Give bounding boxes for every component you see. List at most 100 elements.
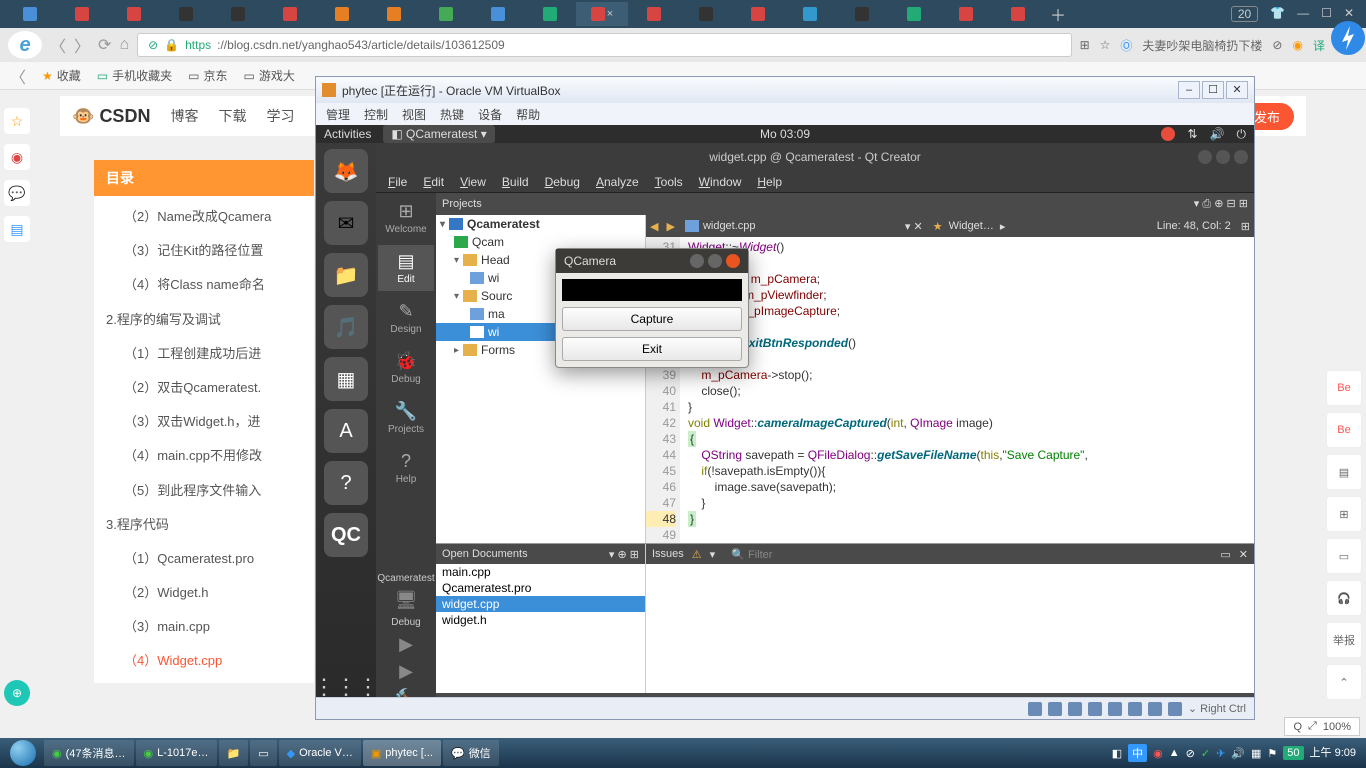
qtc-menu-tools[interactable]: Tools <box>649 173 689 191</box>
vbox-menu-item[interactable]: 视图 <box>402 106 426 123</box>
qtc-menu-file[interactable]: File <box>382 173 413 191</box>
ubuntu-clock[interactable]: Mo 03:09 <box>760 127 810 141</box>
opendoc-item[interactable]: main.cpp <box>436 564 645 580</box>
volume-icon[interactable]: 🔊 <box>1210 127 1225 141</box>
new-tab-button[interactable]: ＋ <box>1050 2 1066 26</box>
qtc-close[interactable] <box>1234 150 1248 164</box>
warning-icon[interactable]: ⚠ <box>692 548 702 561</box>
tray-icon[interactable]: ▲ <box>1169 747 1180 759</box>
vbox-rec-icon[interactable] <box>1148 702 1162 716</box>
issues-close[interactable]: ✕ <box>1239 548 1248 561</box>
qcam-min[interactable] <box>690 254 704 268</box>
tray-ime[interactable]: 中 <box>1128 744 1147 762</box>
translate-icon[interactable]: 译 <box>1313 37 1325 54</box>
launcher-apps-icon[interactable]: ⋮⋮⋮ <box>324 665 368 697</box>
qcam-max[interactable] <box>708 254 722 268</box>
float-headset-icon[interactable]: 🎧 <box>1326 580 1362 616</box>
taskbar-item[interactable]: ◉L-1017e… <box>136 740 217 766</box>
opendoc-item[interactable]: widget.h <box>436 612 645 628</box>
filter-input[interactable]: Filter <box>748 549 772 561</box>
ubuntu-app-menu[interactable]: ◧ QCameratest ▾ <box>383 125 494 143</box>
browser-tab[interactable] <box>836 2 888 26</box>
csdn-logo[interactable]: 🐵 CSDN <box>72 106 150 127</box>
tray-icon[interactable]: ✓ <box>1201 747 1210 760</box>
browser-tab[interactable] <box>56 2 108 26</box>
taskbar-item[interactable]: 📁 <box>219 740 249 766</box>
funnel-icon[interactable]: ▾ <box>710 548 716 561</box>
toc-item[interactable]: （3）记住Kit的路径位置 <box>94 234 314 268</box>
vbox-mouse-icon[interactable] <box>1168 702 1182 716</box>
tray-icon[interactable]: ▦ <box>1251 747 1261 760</box>
toc-item[interactable]: （2）Name改成Qcamera <box>94 200 314 234</box>
nav-blog[interactable]: 博客 <box>170 106 198 126</box>
float-list-icon[interactable]: ▤ <box>1326 454 1362 490</box>
vbox-shared-icon[interactable] <box>1108 702 1122 716</box>
side-help[interactable]: ?Help <box>378 445 434 491</box>
tray-badge[interactable]: 50 <box>1283 746 1303 760</box>
bookmark-fav[interactable]: ★收藏 <box>42 67 81 84</box>
float-grid-icon[interactable]: ⊞ <box>1326 496 1362 532</box>
browser-tab[interactable] <box>160 2 212 26</box>
browser-tab[interactable] <box>732 2 784 26</box>
browser-tab[interactable] <box>368 2 420 26</box>
toc-item[interactable]: （4）main.cpp不用修改 <box>94 439 314 473</box>
browser-tab[interactable] <box>992 2 1044 26</box>
back-button[interactable]: 〈 <box>50 33 66 57</box>
tree-root[interactable]: ▾Qcameratest <box>436 215 645 233</box>
browser-tab-active[interactable]: × <box>576 2 628 26</box>
taskbar-item[interactable]: ◆Oracle V… <box>279 740 361 766</box>
tray-icon[interactable]: ◧ <box>1112 747 1122 760</box>
qcam-close[interactable] <box>726 254 740 268</box>
window-minimize[interactable]: — <box>1297 6 1309 22</box>
browser-tab[interactable] <box>680 2 732 26</box>
launcher-software[interactable]: A <box>324 409 368 453</box>
nav-learn[interactable]: 学习 <box>266 106 294 126</box>
qtc-menu-edit[interactable]: Edit <box>417 173 450 191</box>
tab-count-badge[interactable]: 20 <box>1231 6 1258 22</box>
float-top-icon[interactable]: ⌃ <box>1326 664 1362 700</box>
qcamera-titlebar[interactable]: QCamera <box>556 249 748 273</box>
issues-min[interactable]: ▭ <box>1220 548 1230 561</box>
vbox-menu-item[interactable]: 管理 <box>326 106 350 123</box>
toc-item[interactable]: 3.程序代码 <box>94 508 314 542</box>
taskbar-item-active[interactable]: ▣phytec [... <box>363 740 441 766</box>
hot-news-link[interactable]: 夫妻吵架电脑椅扔下楼 <box>1142 37 1262 54</box>
browser-tab[interactable] <box>212 2 264 26</box>
toc-item[interactable]: （3）main.cpp <box>94 610 314 644</box>
launcher-qtcreator[interactable]: QC <box>324 513 368 557</box>
float-share-icon[interactable]: ⊕ <box>4 680 30 706</box>
taskbar-item[interactable]: ◉(47条消息… <box>44 740 134 766</box>
toc-item[interactable]: （2）双击Qcameratest. <box>94 371 314 405</box>
vbox-display-icon[interactable] <box>1128 702 1142 716</box>
qtc-menu-analyze[interactable]: Analyze <box>590 173 645 191</box>
capture-button[interactable]: Capture <box>562 307 742 331</box>
vbox-titlebar[interactable]: phytec [正在运行] - Oracle VM VirtualBox – ☐… <box>316 77 1254 103</box>
thunder-icon[interactable] <box>1330 20 1366 56</box>
run-debug-button[interactable]: ▶ <box>399 661 413 682</box>
opendoc-item-active[interactable]: widget.cpp <box>436 596 645 612</box>
side-welcome[interactable]: ⊞Welcome <box>378 195 434 241</box>
tray-icon[interactable]: ◉ <box>1153 747 1163 760</box>
browser-tab[interactable] <box>784 2 836 26</box>
launcher-rhythmbox[interactable]: 🎵 <box>324 305 368 349</box>
star-icon[interactable]: ☆ <box>1100 38 1111 52</box>
kit-label[interactable]: Qcameratest <box>377 573 434 584</box>
update-indicator-icon[interactable] <box>1161 127 1175 141</box>
run-button[interactable]: ▶ <box>399 634 413 655</box>
browser-tab[interactable] <box>4 2 56 26</box>
block-icon[interactable]: ⊘ <box>1272 38 1282 52</box>
taskbar-clock[interactable]: 上午 9:09 <box>1310 747 1356 759</box>
vbox-menu-item[interactable]: 帮助 <box>516 106 540 123</box>
code-tab[interactable]: widget.cpp <box>679 220 762 232</box>
qtc-menu-window[interactable]: Window <box>693 173 748 191</box>
kit-monitor-icon[interactable]: 🖥 <box>395 590 418 611</box>
bookmark-phone[interactable]: ▭手机收藏夹 <box>97 67 172 84</box>
coin-icon[interactable]: ◉ <box>1292 38 1302 52</box>
qtc-titlebar[interactable]: widget.cpp @ Qcameratest - Qt Creator <box>376 143 1254 171</box>
home-button[interactable]: ⌂ <box>119 36 129 54</box>
float-bet2[interactable]: Be <box>1326 412 1362 448</box>
clothes-icon[interactable]: 👕 <box>1270 6 1285 22</box>
float-chat-icon[interactable]: 💬 <box>4 180 30 206</box>
forward-button[interactable]: 〉 <box>74 33 90 57</box>
opendoc-item[interactable]: Qcameratest.pro <box>436 580 645 596</box>
